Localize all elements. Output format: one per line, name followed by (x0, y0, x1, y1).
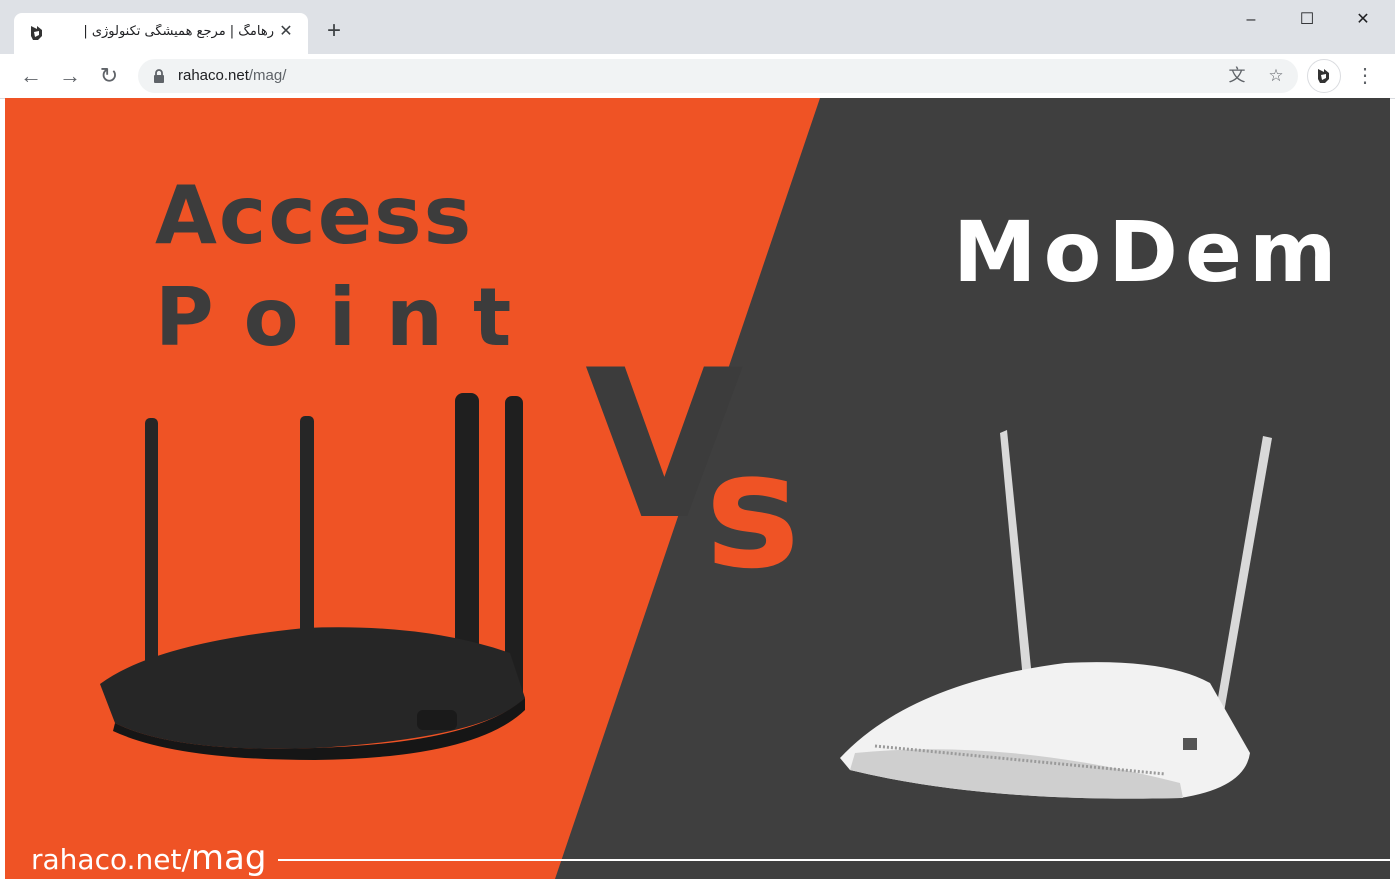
tab-strip: رهامگ | مرجع همیشگی تکنولوژی | ✕ + – ☐ ✕ (0, 0, 1395, 54)
url-path: /mag/ (248, 67, 287, 84)
browser-tab[interactable]: رهامگ | مرجع همیشگی تکنولوژی | ✕ (14, 13, 308, 54)
hero-banner: V s Access Point MoDem rahaco.net/mag (5, 98, 1390, 879)
tab-close-icon[interactable]: ✕ (276, 22, 296, 42)
rahaco-logo-icon (1318, 69, 1329, 83)
modem-title: MoDem (953, 203, 1344, 301)
bookmark-star-icon[interactable]: ☆ (1265, 65, 1287, 87)
watermark-divider (278, 859, 1390, 861)
reload-button[interactable]: ↻ (94, 61, 124, 91)
access-point-title-line1: Access (155, 169, 474, 262)
access-point-title-line2: Point (155, 271, 542, 364)
access-point-title: Access Point (155, 166, 575, 368)
translate-icon[interactable]: 文 (1226, 65, 1248, 87)
vs-letter-s: s (705, 417, 800, 604)
maximize-button[interactable]: ☐ (1284, 6, 1330, 36)
watermark-host: rahaco.net/ (31, 843, 191, 876)
back-button[interactable]: ← (16, 61, 46, 91)
close-window-button[interactable]: ✕ (1340, 6, 1386, 36)
minimize-button[interactable]: – (1228, 6, 1274, 36)
browser-toolbar: ← → ↻ rahaco.net/mag/ 文 ☆ ⋮ (0, 54, 1395, 99)
url-text[interactable]: rahaco.net/mag/ (178, 67, 286, 84)
site-watermark: rahaco.net/mag (31, 838, 266, 878)
address-bar[interactable]: rahaco.net/mag/ 文 ☆ (138, 59, 1298, 93)
url-host: rahaco.net (178, 67, 249, 84)
forward-button[interactable]: → (55, 61, 85, 91)
tab-title: رهامگ | مرجع همیشگی تکنولوژی | (83, 24, 274, 39)
browser-menu-button[interactable]: ⋮ (1352, 61, 1378, 91)
rahaco-logo-icon (31, 26, 42, 40)
profile-avatar-button[interactable] (1307, 59, 1341, 93)
browser-window: رهامگ | مرجع همیشگی تکنولوژی | ✕ + – ☐ ✕… (0, 0, 1395, 879)
new-tab-button[interactable]: + (320, 18, 348, 46)
lock-icon (154, 69, 164, 83)
watermark-path: mag (190, 838, 267, 878)
